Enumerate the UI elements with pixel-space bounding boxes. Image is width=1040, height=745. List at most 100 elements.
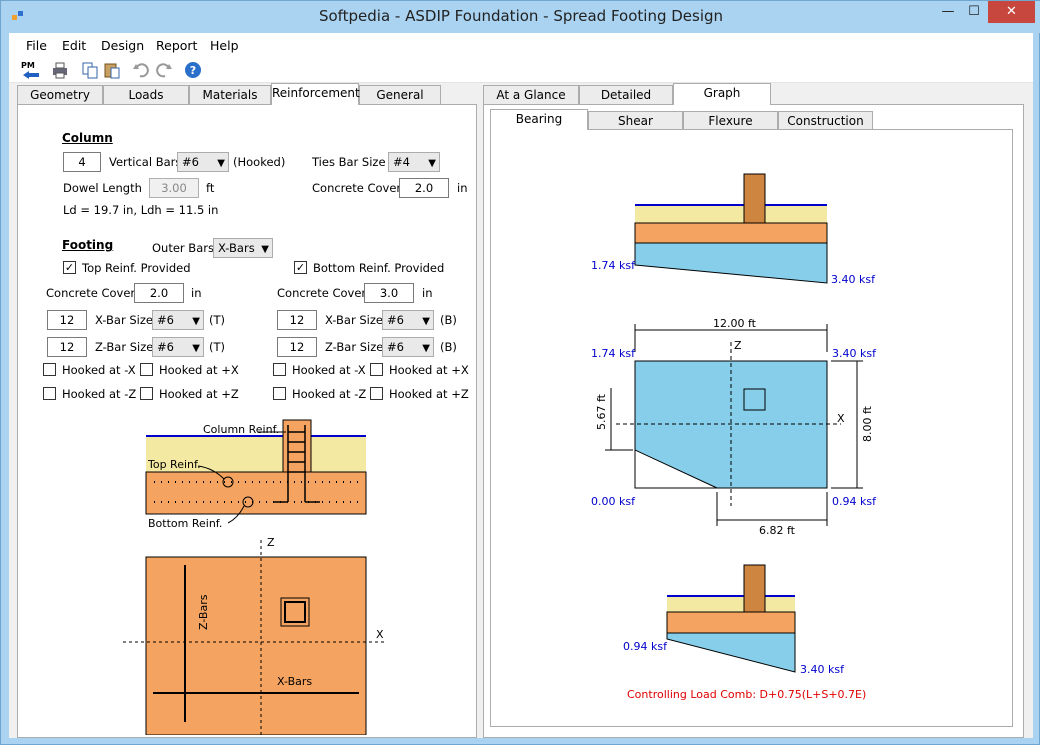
top-hook-px-checkbox[interactable] [140,363,153,376]
footing-heading: Footing [62,238,114,252]
column-plan-graph [743,388,766,411]
footing-bottom [666,611,796,634]
tab-construction[interactable]: Construction [778,111,873,130]
bottom-hook-px-checkbox[interactable] [370,363,383,376]
minimize-button[interactable]: — [935,1,961,23]
plan-br-pressure: 0.94 ksf [832,495,877,508]
top-zbar-count-input[interactable]: 12 [47,337,87,357]
plan-tr-pressure: 3.40 ksf [832,347,877,360]
bottom-xbar-size-select[interactable]: #6 ▼ [382,310,434,330]
ties-bar-size-select[interactable]: #4 ▼ [388,152,440,172]
column-cover-input[interactable]: 2.0 [399,178,449,198]
footing-top [634,222,828,244]
vertical-bar-size-value: #6 [182,155,199,169]
tab-bearing[interactable]: Bearing [490,109,588,130]
tab-graph[interactable]: Graph [673,83,771,105]
tab-at-a-glance[interactable]: At a Glance [483,85,579,105]
column-block [282,419,312,473]
top-reinf-label: Top Reinf. Provided [82,261,191,275]
top-cover-label: Concrete Cover [46,286,136,300]
tab-flexure[interactable]: Flexure [683,111,778,130]
bottom-xbar-size-value: #6 [387,313,404,327]
chevron-down-icon: ▼ [428,158,436,169]
maximize-button[interactable]: ☐ [961,1,987,23]
bottom-hook-nz-checkbox[interactable] [273,387,286,400]
top-xbar-pos: (T) [209,313,225,327]
top-xbar-size-value: #6 [157,313,174,327]
top-zbar-size-label: Z-Bar Size [95,340,154,354]
menu-design[interactable]: Design [101,38,144,53]
plan-bottom-dim-label: 6.82 ft [759,524,796,537]
paste-icon[interactable] [103,61,121,79]
bottom-xbar-count-input[interactable]: 12 [277,310,317,330]
tab-detailed[interactable]: Detailed [579,85,673,105]
top-reinf-diagram-label: Top Reinf. [147,458,201,471]
copy-icon[interactable] [81,61,99,79]
bottom-reinf-diagram-label: Bottom Reinf. [148,517,222,530]
bottom-zbar-size-select[interactable]: #6 ▼ [382,337,434,357]
pm-button[interactable]: PM [21,61,41,79]
bottom-hook-nx-label: Hooked at -X [292,363,366,377]
chevron-down-icon: ▼ [422,316,430,327]
dowel-unit: ft [206,181,215,195]
bottom-reinf-label: Bottom Reinf. Provided [313,261,445,275]
top-cover-input[interactable]: 2.0 [134,283,184,303]
top-hook-nx-checkbox[interactable] [43,363,56,376]
top-hook-pz-label: Hooked at +Z [159,387,239,401]
menu-report[interactable]: Report [156,38,197,53]
tab-reinforcement[interactable]: Reinforcement [271,83,360,105]
menu-file[interactable]: File [26,38,47,53]
menu-bar: File Edit Design Report Help [9,33,1033,57]
z-axis-label: Z [267,536,275,549]
plan-bl-pressure: 0.00 ksf [591,495,636,508]
top-xbar-count-input[interactable]: 12 [47,310,87,330]
top-reinf-checkbox[interactable]: ✓ [63,261,76,274]
svg-text:?: ? [190,64,196,77]
top-xbar-size-label: X-Bar Size [95,313,153,327]
print-icon[interactable] [51,61,69,79]
close-button[interactable]: ✕ [988,1,1035,23]
top-zbar-size-select[interactable]: #6 ▼ [152,337,204,357]
reinforcement-panel: Column 4 Vertical Bars #6 ▼ (Hooked) Ties… [17,104,477,738]
undo-icon[interactable] [132,61,150,79]
tab-general[interactable]: General [359,85,441,105]
bottom-hook-nx-checkbox[interactable] [273,363,286,376]
ties-bar-size-label: Ties Bar Size [312,155,386,169]
bottom-cover-input[interactable]: 3.0 [364,283,414,303]
top-xbar-size-select[interactable]: #6 ▼ [152,310,204,330]
help-icon[interactable]: ? [184,61,202,79]
bottom-hook-pz-checkbox[interactable] [370,387,383,400]
bearing-graph: 1.74 ksf 3.40 ksf 12.00 ft Z X 8.00 ft 5… [591,173,877,701]
column-cover-unit: in [457,181,468,195]
top-hook-nx-label: Hooked at -X [62,363,136,377]
column-reinf-label: Column Reinf. [203,423,279,436]
bottom-zbar-count-input[interactable]: 12 [277,337,317,357]
plan-height-label: 8.00 ft [861,405,874,442]
tab-materials[interactable]: Materials [189,85,271,105]
top-hook-nz-checkbox[interactable] [43,387,56,400]
tab-geometry[interactable]: Geometry [17,85,103,105]
top-zbar-pos: (T) [209,340,225,354]
menu-help[interactable]: Help [210,38,239,53]
tab-loads[interactable]: Loads [103,85,189,105]
plan-left-dim-label: 5.67 ft [595,393,608,430]
arrow-left-icon [23,71,39,79]
top-cover-unit: in [191,286,202,300]
graph-panel: Bearing Shear Flexure Construction 1.74 … [483,104,1024,738]
tab-shear[interactable]: Shear [588,111,683,130]
outer-bars-select[interactable]: X-Bars ▼ [213,238,273,258]
bottom-left-pressure: 0.94 ksf [623,640,668,653]
window-title: Softpedia - ASDIP Foundation - Spread Fo… [318,7,724,25]
redo-icon[interactable] [155,61,173,79]
chevron-down-icon: ▼ [217,158,225,169]
menu-edit[interactable]: Edit [62,38,86,53]
vertical-bars-count-input[interactable]: 4 [63,152,101,172]
bottom-reinf-checkbox[interactable]: ✓ [294,261,307,274]
development-length-text: Ld = 19.7 in, Ldh = 11.5 in [63,203,219,217]
vertical-bar-size-select[interactable]: #6 ▼ [177,152,229,172]
pm-label: PM [21,61,35,70]
dowel-length-input[interactable]: 3.00 [149,178,199,198]
bottom-right-pressure: 3.40 ksf [800,663,845,676]
top-hook-pz-checkbox[interactable] [140,387,153,400]
bottom-xbar-size-label: X-Bar Size [325,313,383,327]
